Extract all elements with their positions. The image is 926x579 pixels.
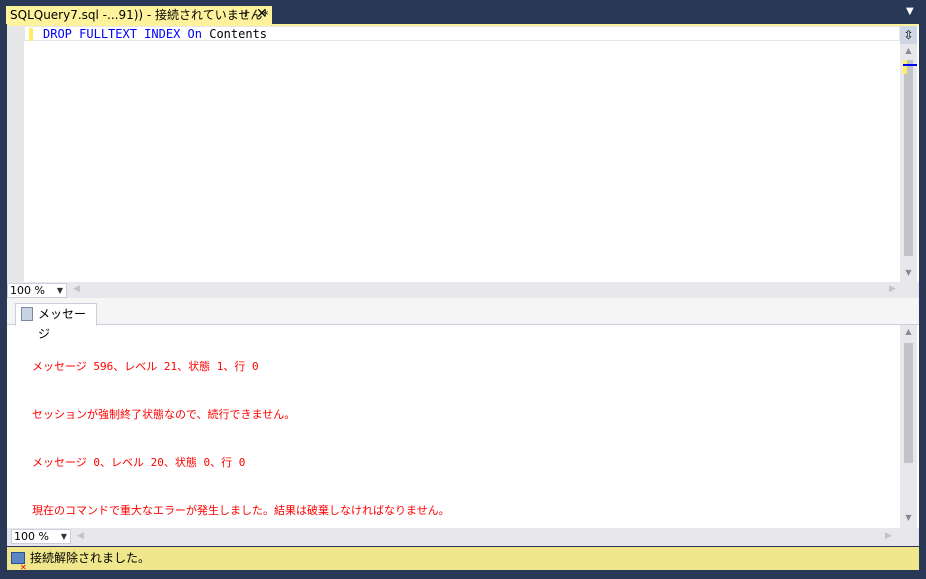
caret-marker: [903, 64, 917, 66]
zoom-value: 100 %: [10, 284, 45, 297]
editor-zoom-bar: 100 % ▼ ◀ ▶: [7, 282, 919, 298]
zoom-value: 100 %: [14, 530, 49, 543]
scroll-up-icon[interactable]: ▲: [900, 327, 917, 336]
scroll-left-icon[interactable]: ◀: [77, 531, 84, 541]
pin-icon[interactable]: ⊣: [238, 6, 247, 24]
query-editor[interactable]: DROP FULLTEXT INDEX On Contents ⇳ ▲ ▼: [7, 24, 919, 282]
scroll-thumb[interactable]: [904, 343, 913, 463]
results-tabs: メッセージ: [7, 298, 919, 341]
results-zoom-select[interactable]: 100 % ▼: [11, 529, 71, 544]
identifier: Contents: [209, 27, 268, 41]
status-text: 接続解除されました。: [30, 551, 151, 565]
scroll-down-icon[interactable]: ▼: [900, 268, 917, 277]
split-icon[interactable]: ⇳: [900, 26, 917, 44]
message-line: セッションが強制終了状態なので、続行できません。: [32, 408, 296, 421]
change-marker: [903, 60, 907, 74]
scroll-left-icon[interactable]: ◀: [73, 284, 80, 294]
editor-vertical-scrollbar[interactable]: ⇳ ▲ ▼: [900, 26, 917, 282]
keyword: DROP: [43, 27, 72, 41]
window-menu-icon[interactable]: ▼: [906, 6, 914, 17]
editor-gutter: [7, 26, 24, 282]
scroll-right-icon[interactable]: ▶: [889, 284, 896, 294]
keyword: INDEX: [144, 27, 181, 41]
document-tab[interactable]: SQLQuery7.sql -...91)) - 接続されていません* ⊣ ✕: [6, 6, 272, 24]
tab-title: SQLQuery7.sql -...91)) - 接続されていません*: [10, 8, 269, 22]
chevron-down-icon: ▼: [60, 532, 67, 541]
keyword: On: [187, 27, 202, 41]
disconnected-icon: [11, 552, 27, 579]
code-line[interactable]: DROP FULLTEXT INDEX On Contents: [43, 27, 267, 42]
tab-messages[interactable]: メッセージ: [15, 303, 97, 341]
results-pane: メッセージ メッセージ 596、レベル 21、状態 1、行 0 セッションが強制…: [7, 298, 919, 546]
messages-vertical-scrollbar[interactable]: ▲ ▼: [900, 325, 917, 528]
scroll-right-icon[interactable]: ▶: [885, 531, 892, 541]
editor-zoom-select[interactable]: 100 % ▼: [7, 283, 67, 298]
scroll-thumb[interactable]: [904, 60, 913, 256]
close-icon[interactable]: ✕: [256, 5, 268, 23]
scroll-down-icon[interactable]: ▼: [900, 513, 917, 522]
message-line: メッセージ 596、レベル 21、状態 1、行 0: [32, 360, 259, 373]
results-zoom-bar: 100 % ▼ ◀ ▶: [7, 528, 919, 546]
chevron-down-icon: ▼: [56, 286, 63, 295]
messages-icon: [21, 307, 33, 321]
message-line: メッセージ 0、レベル 20、状態 0、行 0: [32, 456, 246, 469]
scroll-up-icon[interactable]: ▲: [900, 46, 917, 55]
status-bar: 接続解除されました。: [7, 547, 919, 579]
message-line: 現在のコマンドで重大なエラーが発生しました。結果は破棄しなければなりません。: [32, 504, 450, 517]
messages-list[interactable]: メッセージ 596、レベル 21、状態 1、行 0 セッションが強制終了状態なの…: [32, 327, 450, 551]
changed-line-indicator: [29, 28, 33, 41]
keyword: FULLTEXT: [79, 27, 137, 41]
